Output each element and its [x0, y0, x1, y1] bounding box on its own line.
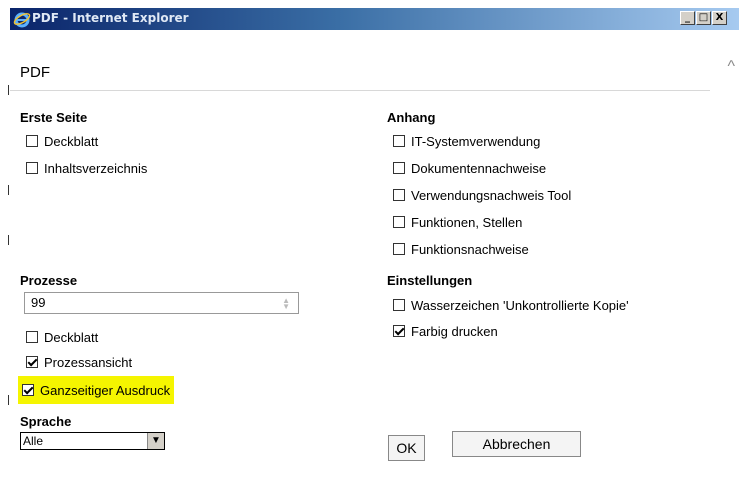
- checkbox-label: Deckblatt: [44, 133, 99, 149]
- anhang-heading: Anhang: [387, 110, 436, 125]
- funktionsnachweise-checkbox[interactable]: [393, 243, 405, 255]
- checkbox-label: Funktionen, Stellen: [411, 214, 523, 230]
- checkbox-label: Farbig drucken: [411, 323, 498, 339]
- checkbox-label: Ganzseitiger Ausdruck: [40, 382, 171, 398]
- chevron-down-icon[interactable]: ▼: [147, 433, 164, 449]
- prozesse-heading: Prozesse: [20, 273, 78, 288]
- checkbox-row-ganzseitiger-ausdruck[interactable]: Ganzseitiger Ausdruck: [18, 376, 175, 404]
- spinner-icon[interactable]: ▲ ▼: [282, 297, 290, 311]
- deckblatt-erste-checkbox[interactable]: [26, 135, 38, 147]
- maximize-button[interactable]: □: [696, 11, 711, 25]
- checkbox-label: IT-Systemverwendung: [411, 133, 541, 149]
- checkbox-label: Inhaltsverzeichnis: [44, 160, 148, 176]
- checkbox-row-verwendungsnachweis-tool[interactable]: Verwendungsnachweis Tool: [393, 186, 571, 204]
- checkbox-row-wasserzeichen[interactable]: Wasserzeichen 'Unkontrollierte Kopie': [393, 296, 629, 314]
- dialog-title: PDF: [20, 64, 50, 81]
- checkbox-label: Verwendungsnachweis Tool: [411, 187, 572, 203]
- internet-explorer-icon: [13, 12, 31, 28]
- checkbox-label: Deckblatt: [44, 329, 99, 345]
- it-systemverwendung-checkbox[interactable]: [393, 135, 405, 147]
- checkbox-row-it-systemverwendung[interactable]: IT-Systemverwendung: [393, 132, 540, 150]
- sprache-heading: Sprache: [20, 414, 72, 429]
- minimize-button[interactable]: _: [680, 11, 695, 25]
- edge-mark: [8, 185, 9, 195]
- edge-mark: [8, 395, 9, 405]
- wasserzeichen-checkbox[interactable]: [393, 299, 405, 311]
- erste-seite-heading: Erste Seite: [20, 110, 88, 125]
- farbig-drucken-checkbox[interactable]: [393, 325, 405, 337]
- pdf-dialog: PDF ^ Erste Seite Deckblatt Inhaltsverze…: [10, 30, 739, 497]
- checkbox-row-funktionsnachweise[interactable]: Funktionsnachweise: [393, 240, 529, 258]
- checkbox-row-deckblatt-erste[interactable]: Deckblatt: [26, 132, 98, 150]
- checkbox-row-funktionen-stellen[interactable]: Funktionen, Stellen: [393, 213, 522, 231]
- deckblatt-prozesse-checkbox[interactable]: [26, 331, 38, 343]
- inhaltsverzeichnis-checkbox[interactable]: [26, 162, 38, 174]
- window-title: PDF - Internet Explorer: [32, 11, 189, 25]
- verwendungsnachweis-tool-checkbox[interactable]: [393, 189, 405, 201]
- close-button[interactable]: X: [712, 11, 727, 25]
- ok-button[interactable]: OK: [388, 435, 425, 461]
- einstellungen-heading: Einstellungen: [387, 273, 473, 288]
- checkbox-row-farbig-drucken[interactable]: Farbig drucken: [393, 322, 498, 340]
- window-titlebar[interactable]: PDF - Internet Explorer _ □ X: [10, 8, 739, 30]
- checkbox-label: Prozessansicht: [44, 354, 133, 370]
- background-edge: [0, 30, 10, 497]
- sprache-selected-value: Alle: [23, 434, 44, 448]
- checkbox-label: Dokumentennachweise: [411, 160, 547, 176]
- sprache-select[interactable]: Alle ▼: [20, 432, 165, 450]
- funktionen-stellen-checkbox[interactable]: [393, 216, 405, 228]
- ganzseitiger-ausdruck-checkbox[interactable]: [22, 384, 34, 396]
- checkbox-label: Funktionsnachweise: [411, 241, 529, 257]
- dialog-header: PDF: [10, 30, 710, 91]
- prozesse-input-value: 99: [31, 295, 46, 310]
- checkbox-row-deckblatt-prozesse[interactable]: Deckblatt: [26, 328, 98, 346]
- scroll-up-icon[interactable]: ^: [727, 58, 735, 76]
- checkbox-row-prozessansicht[interactable]: Prozessansicht: [26, 353, 132, 371]
- edge-mark: [8, 85, 9, 95]
- prozessansicht-checkbox[interactable]: [26, 356, 38, 368]
- dokumentennachweise-checkbox[interactable]: [393, 162, 405, 174]
- edge-mark: [8, 235, 9, 245]
- cancel-button[interactable]: Abbrechen: [452, 431, 581, 457]
- checkbox-row-inhaltsverzeichnis[interactable]: Inhaltsverzeichnis: [26, 159, 147, 177]
- checkbox-row-dokumentennachweise[interactable]: Dokumentennachweise: [393, 159, 546, 177]
- prozesse-number-input[interactable]: 99 ▲ ▼: [24, 292, 299, 314]
- checkbox-label: Wasserzeichen 'Unkontrollierte Kopie': [411, 297, 629, 313]
